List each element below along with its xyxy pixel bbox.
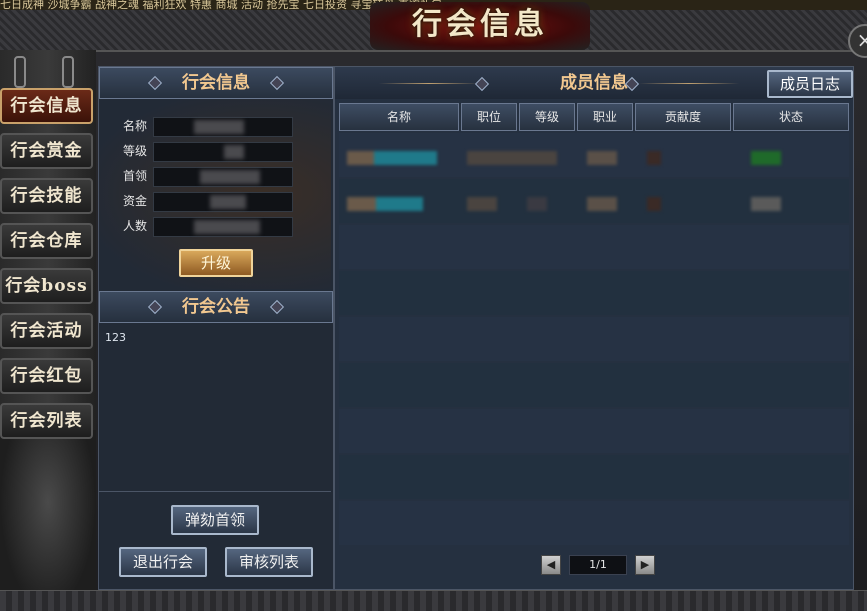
table-row xyxy=(339,409,849,453)
page-indicator: 1/1 xyxy=(569,555,627,575)
member-status xyxy=(751,151,781,165)
info-label: 首领 xyxy=(123,169,148,183)
upgrade-button[interactable]: 升级 xyxy=(179,249,253,277)
member-contribution xyxy=(647,151,661,165)
table-row[interactable] xyxy=(339,133,849,177)
tab-guild-boss[interactable]: 行会boss xyxy=(0,268,93,304)
redacted-value xyxy=(210,195,246,209)
tab-guild-bounty[interactable]: 行会赏金 xyxy=(0,133,93,169)
diamond-icon xyxy=(269,75,285,91)
window-title: 行会信息 xyxy=(412,7,548,42)
table-header: 名称 职位 等级 职业 贡献度 状态 xyxy=(339,103,849,131)
info-row-name: 名称 xyxy=(99,117,331,137)
table-row xyxy=(339,501,849,545)
member-position xyxy=(467,197,497,211)
pager: ◀ 1/1 ▶ xyxy=(541,555,661,577)
info-row-leader: 首领 xyxy=(99,167,331,187)
table-row xyxy=(339,317,849,361)
quit-guild-button[interactable]: 退出行会 xyxy=(119,547,207,577)
tab-guild-info[interactable]: 行会信息 xyxy=(0,88,93,124)
diamond-icon xyxy=(147,75,163,91)
prev-page-button[interactable]: ◀ xyxy=(541,555,561,575)
table-row xyxy=(339,225,849,269)
redacted-value xyxy=(194,220,260,234)
info-row-members: 人数 xyxy=(99,217,331,237)
notice-area[interactable]: 123 xyxy=(99,323,331,493)
guild-info-header: 行会信息 xyxy=(99,67,333,99)
redacted-value xyxy=(194,120,244,134)
table-row[interactable] xyxy=(339,179,849,223)
divider xyxy=(99,491,331,492)
header-line xyxy=(639,83,739,84)
notice-header: 行会公告 xyxy=(99,291,333,323)
table-row xyxy=(339,271,849,315)
member-name xyxy=(347,197,423,211)
notice-text: 123 xyxy=(105,331,126,344)
tab-guild-skills[interactable]: 行会技能 xyxy=(0,178,93,214)
member-log-button[interactable]: 成员日志 xyxy=(767,70,853,98)
tab-guild-list[interactable]: 行会列表 xyxy=(0,403,93,439)
dragon-ornament xyxy=(0,430,96,610)
member-status xyxy=(751,197,781,211)
diamond-icon xyxy=(269,299,285,315)
members-panel: 成员信息 成员日志 名称 职位 等级 职业 贡献度 状态 ◀ 1/1 ▶ xyxy=(334,66,854,590)
chain-ornament xyxy=(62,56,74,88)
table-row xyxy=(339,455,849,499)
member-contribution xyxy=(647,197,661,211)
chain-ornament xyxy=(14,56,26,88)
info-row-level: 等级 xyxy=(99,142,331,162)
redacted-value xyxy=(200,170,260,184)
member-position xyxy=(467,151,557,165)
table-row xyxy=(339,363,849,407)
info-value-name xyxy=(153,117,293,137)
guild-info-title: 行会信息 xyxy=(182,73,250,93)
guild-info-area: 名称 等级 首领 资金 人数 升级 xyxy=(99,99,331,289)
col-name[interactable]: 名称 xyxy=(339,103,459,131)
guild-info-panel: 行会信息 名称 等级 首领 资金 人数 升级 行会公告 123 弹劾首领 退出行… xyxy=(98,66,334,590)
member-class xyxy=(587,197,617,211)
col-contribution[interactable]: 贡献度 xyxy=(635,103,731,131)
impeach-leader-button[interactable]: 弹劾首领 xyxy=(171,505,259,535)
info-label: 人数 xyxy=(123,219,148,233)
tab-guild-warehouse[interactable]: 行会仓库 xyxy=(0,223,93,259)
diamond-icon xyxy=(147,299,163,315)
member-level xyxy=(527,197,547,211)
members-header: 成员信息 成员日志 xyxy=(335,67,853,99)
info-row-funds: 资金 xyxy=(99,192,331,212)
info-label: 等级 xyxy=(123,144,148,158)
info-value-members xyxy=(153,217,293,237)
tab-guild-redpacket[interactable]: 行会红包 xyxy=(0,358,93,394)
bottom-border xyxy=(0,590,867,611)
title-plate: 行会信息 xyxy=(370,2,590,50)
col-level[interactable]: 等级 xyxy=(519,103,575,131)
notice-title: 行会公告 xyxy=(182,297,250,317)
member-name xyxy=(347,151,437,165)
info-value-level xyxy=(153,142,293,162)
tab-guild-events[interactable]: 行会活动 xyxy=(0,313,93,349)
info-label: 资金 xyxy=(123,194,148,208)
col-status[interactable]: 状态 xyxy=(733,103,849,131)
info-value-funds xyxy=(153,192,293,212)
redacted-value xyxy=(224,145,244,159)
next-page-button[interactable]: ▶ xyxy=(635,555,655,575)
info-label: 名称 xyxy=(123,119,148,133)
review-list-button[interactable]: 审核列表 xyxy=(225,547,313,577)
col-position[interactable]: 职位 xyxy=(461,103,517,131)
col-class[interactable]: 职业 xyxy=(577,103,633,131)
member-class xyxy=(587,151,617,165)
info-value-leader xyxy=(153,167,293,187)
